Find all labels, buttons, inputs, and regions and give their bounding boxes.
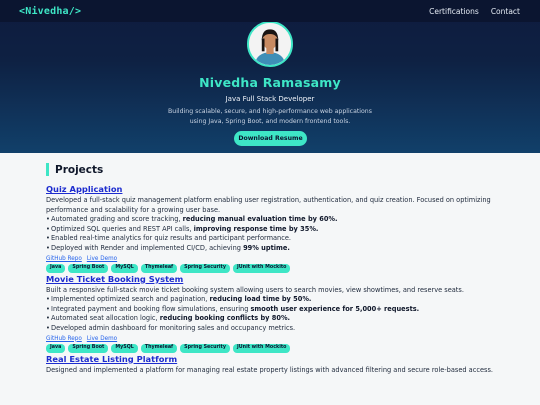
project-description: Built a responsive full-stack movie tick… [46,285,464,294]
tech-tag: Spring Security [180,343,230,353]
profile-avatar [247,21,293,67]
project-title-link[interactable]: Movie Ticket Booking System [46,274,501,285]
live-demo-link[interactable]: Live Demo [87,335,117,343]
hero-role: Java Full Stack Developer [225,95,315,103]
highlight-item: Automated grading and score tracking, re… [46,215,501,225]
highlight-text: Optimized SQL queries and REST API calls… [51,224,194,233]
highlight-item: Integrated payment and booking flow simu… [46,305,501,315]
project-description: Designed and implemented a platform for … [46,365,493,374]
tech-tag: Java [46,343,66,353]
hero-tagline: Building scalable, secure, and high-perf… [168,108,372,125]
highlight-item: Optimized SQL queries and REST API calls… [46,225,501,235]
tech-tag: MySQL [111,343,138,353]
highlight-metric: improving response time by 35%. [193,224,319,233]
brand-logo[interactable]: <Nivedha/> [19,6,81,17]
highlight-text: Implemented optimized search and paginat… [51,294,210,303]
highlight-item: Deployed with Render and implemented CI/… [46,244,501,254]
project-card: Movie Ticket Booking System Built a respo… [46,274,501,353]
tech-tag: Thymeleaf [140,343,178,353]
section-title: Projects [55,163,104,176]
main-content: Projects Quiz Application Developed a ful… [0,153,540,405]
tech-tags: Java Spring Boot MySQL Thymeleaf Spring Secu… [46,263,501,273]
highlight-metric: 99% uptime. [243,244,290,253]
project-links: GitHub Repo Live Demo [46,255,501,263]
highlight-item: Implemented optimized search and paginat… [46,295,501,305]
project-card: Real Estate Listing Platform Designed and… [46,354,501,375]
project-description: Developed a full-stack quiz management p… [46,196,491,214]
highlight-metric: reducing load time by 50%. [209,294,312,303]
live-demo-link[interactable]: Live Demo [87,255,117,263]
tech-tag: Thymeleaf [140,263,178,273]
download-resume-button[interactable]: Download Resume [234,131,307,146]
tech-tag: JUnit with Mockito [232,343,291,353]
highlight-item: Developed admin dashboard for monitoring… [46,324,501,334]
highlight-text: Automated grading and score tracking, [51,215,183,223]
project-highlights: Implemented optimized search and paginat… [46,295,501,334]
hero-name: Nivedha Ramasamy [199,75,341,90]
project-title-link[interactable]: Real Estate Listing Platform [46,354,501,365]
top-navbar: <Nivedha/> Certifications Contact [0,0,540,22]
project-card: Quiz Application Developed a full-stack q… [46,184,501,273]
profile-photo [249,23,291,65]
tech-tag: Spring Security [180,263,230,273]
tech-tag: Spring Boot [68,343,109,353]
github-repo-link[interactable]: GitHub Repo [46,335,82,343]
highlight-item: Automated seat allocation logic, reducin… [46,314,501,324]
project-title-link[interactable]: Quiz Application [46,184,501,195]
highlight-metric: reducing manual evaluation time by 60%. [182,215,338,223]
nav-link-contact[interactable]: Contact [491,7,520,16]
nav-link-certifications[interactable]: Certifications [429,7,479,16]
projects-list: Quiz Application Developed a full-stack q… [46,184,501,376]
projects-heading: Projects [46,163,103,176]
highlight-metric: reducing booking conflicts by 80%. [159,314,291,323]
project-highlights: Automated grading and score tracking, re… [46,215,501,254]
highlight-text: Enabled real-time analytics for quiz res… [51,234,292,243]
highlight-text: Integrated payment and booking flow simu… [51,304,251,313]
highlight-text: Deployed with Render and implemented CI/… [51,244,244,253]
tech-tag: Spring Boot [68,263,109,273]
github-repo-link[interactable]: GitHub Repo [46,255,82,263]
highlight-item: Enabled real-time analytics for quiz res… [46,234,501,244]
hero-section: Nivedha Ramasamy Java Full Stack Develop… [0,0,540,153]
highlight-metric: smooth user experience for 5,000+ reques… [250,304,420,313]
nav-links: Certifications Contact [429,7,520,16]
project-links: GitHub Repo Live Demo [46,335,501,343]
highlight-text: Developed admin dashboard for monitoring… [51,323,296,332]
tech-tags: Java Spring Boot MySQL Thymeleaf Spring Secu… [46,343,501,353]
tech-tag: JUnit with Mockito [232,263,291,273]
tech-tag: Java [46,263,66,273]
tech-tag: MySQL [111,263,138,273]
highlight-text: Automated seat allocation logic, [51,314,160,323]
